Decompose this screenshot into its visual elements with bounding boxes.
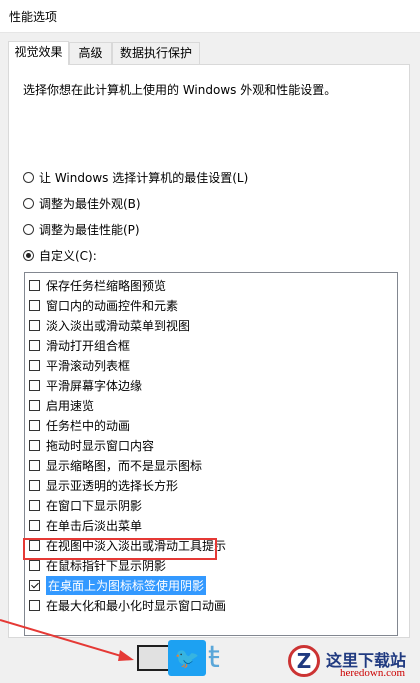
radio-circle[interactable] [23, 171, 34, 183]
radio-label: 调整为最佳性能(P) [39, 222, 140, 237]
watermark-logo-icon: Z [288, 645, 320, 677]
list-item[interactable]: 任务栏中的动画 [29, 416, 130, 434]
radio-circle[interactable] [23, 223, 34, 235]
checkbox[interactable] [29, 559, 40, 571]
dialog-body: 视觉效果 高级 数据执行保护 选择你想在此计算机上使用的 Windows 外观和… [0, 33, 420, 683]
checkbox-checked[interactable] [29, 579, 40, 591]
list-item-label: 在桌面上为图标标签使用阴影 [46, 575, 207, 595]
checkbox[interactable] [29, 499, 40, 511]
list-item-label: 淡入淡出或滑动菜单到视图 [46, 318, 191, 333]
checkbox[interactable] [29, 379, 40, 391]
list-item-label: 拖动时显示窗口内容 [46, 438, 155, 453]
list-item-label: 窗口内的动画控件和元素 [46, 298, 179, 313]
list-item-label: 启用速览 [46, 398, 95, 413]
list-item[interactable]: 启用速览 [29, 396, 94, 414]
list-item[interactable]: 淡入淡出或滑动菜单到视图 [29, 316, 190, 334]
list-item-label: 显示缩略图，而不是显示图标 [46, 458, 203, 473]
watermark-site: heredown.com [340, 667, 406, 679]
checkbox[interactable] [29, 439, 40, 451]
list-item-label: 在窗口下显示阴影 [46, 498, 143, 513]
list-item[interactable]: 滑动打开组合框 [29, 336, 130, 354]
checkbox[interactable] [29, 279, 40, 291]
list-item-label: 滑动打开组合框 [46, 338, 131, 353]
list-item-label: 显示亚透明的选择长方形 [46, 478, 179, 493]
list-item[interactable]: 在窗口下显示阴影 [29, 496, 142, 514]
list-item[interactable]: 保存任务栏缩略图预览 [29, 276, 166, 294]
tab-visual-effects[interactable]: 视觉效果 [8, 41, 69, 65]
list-item[interactable]: 显示亚透明的选择长方形 [29, 476, 178, 494]
checkbox[interactable] [29, 399, 40, 411]
list-item-label: 保存任务栏缩略图预览 [46, 278, 167, 293]
checkbox[interactable] [29, 479, 40, 491]
checkbox[interactable] [29, 459, 40, 471]
radio-let-windows-choose[interactable]: 让 Windows 选择计算机的最佳设置(L) [23, 168, 248, 186]
radio-circle[interactable] [23, 249, 34, 261]
list-item-label: 在单击后淡出菜单 [46, 518, 143, 533]
radio-best-appearance[interactable]: 调整为最佳外观(B) [23, 194, 141, 212]
list-item[interactable]: 窗口内的动画控件和元素 [29, 296, 178, 314]
settings-checkbox-list[interactable]: 保存任务栏缩略图预览 窗口内的动画控件和元素 淡入淡出或滑动菜单到视图 滑动打开… [24, 272, 398, 636]
radio-label: 调整为最佳外观(B) [39, 196, 141, 211]
radio-custom[interactable]: 自定义(C): [23, 246, 97, 264]
tab-advanced[interactable]: 高级 [69, 42, 112, 64]
titlebar: 性能选项 [0, 0, 420, 33]
checkbox[interactable] [29, 519, 40, 531]
watermark: Z 这里下载站 heredown.com [280, 645, 420, 683]
checkbox[interactable] [29, 319, 40, 331]
checkbox[interactable] [29, 299, 40, 311]
radio-circle[interactable] [23, 197, 34, 209]
window-title: 性能选项 [9, 10, 58, 24]
list-item[interactable]: 平滑屏幕字体边缘 [29, 376, 142, 394]
radio-label: 自定义(C): [39, 248, 97, 263]
red-highlight-box [23, 538, 217, 560]
panel-description: 选择你想在此计算机上使用的 Windows 外观和性能设置。 [23, 83, 337, 97]
twitter-bird-icon: 🐦 [168, 640, 206, 676]
t-logo-icon: ŧ [208, 640, 220, 675]
checkbox[interactable] [29, 339, 40, 351]
checkbox[interactable] [29, 419, 40, 431]
list-item-label: 平滑屏幕字体边缘 [46, 378, 143, 393]
list-item-selected[interactable]: 在桌面上为图标标签使用阴影 [29, 575, 207, 595]
list-item-label: 平滑滚动列表框 [46, 358, 131, 373]
list-item-label: 任务栏中的动画 [46, 418, 131, 433]
radio-label: 让 Windows 选择计算机的最佳设置(L) [39, 170, 249, 185]
radio-best-performance[interactable]: 调整为最佳性能(P) [23, 220, 140, 238]
list-item[interactable]: 在单击后淡出菜单 [29, 516, 142, 534]
list-item[interactable]: 平滑滚动列表框 [29, 356, 130, 374]
tab-data-execution-prevention[interactable]: 数据执行保护 [112, 42, 200, 64]
annotation-arrow [0, 619, 134, 661]
checkbox[interactable] [29, 359, 40, 371]
list-item[interactable]: 拖动时显示窗口内容 [29, 436, 154, 454]
list-item[interactable]: 显示缩略图，而不是显示图标 [29, 456, 202, 474]
